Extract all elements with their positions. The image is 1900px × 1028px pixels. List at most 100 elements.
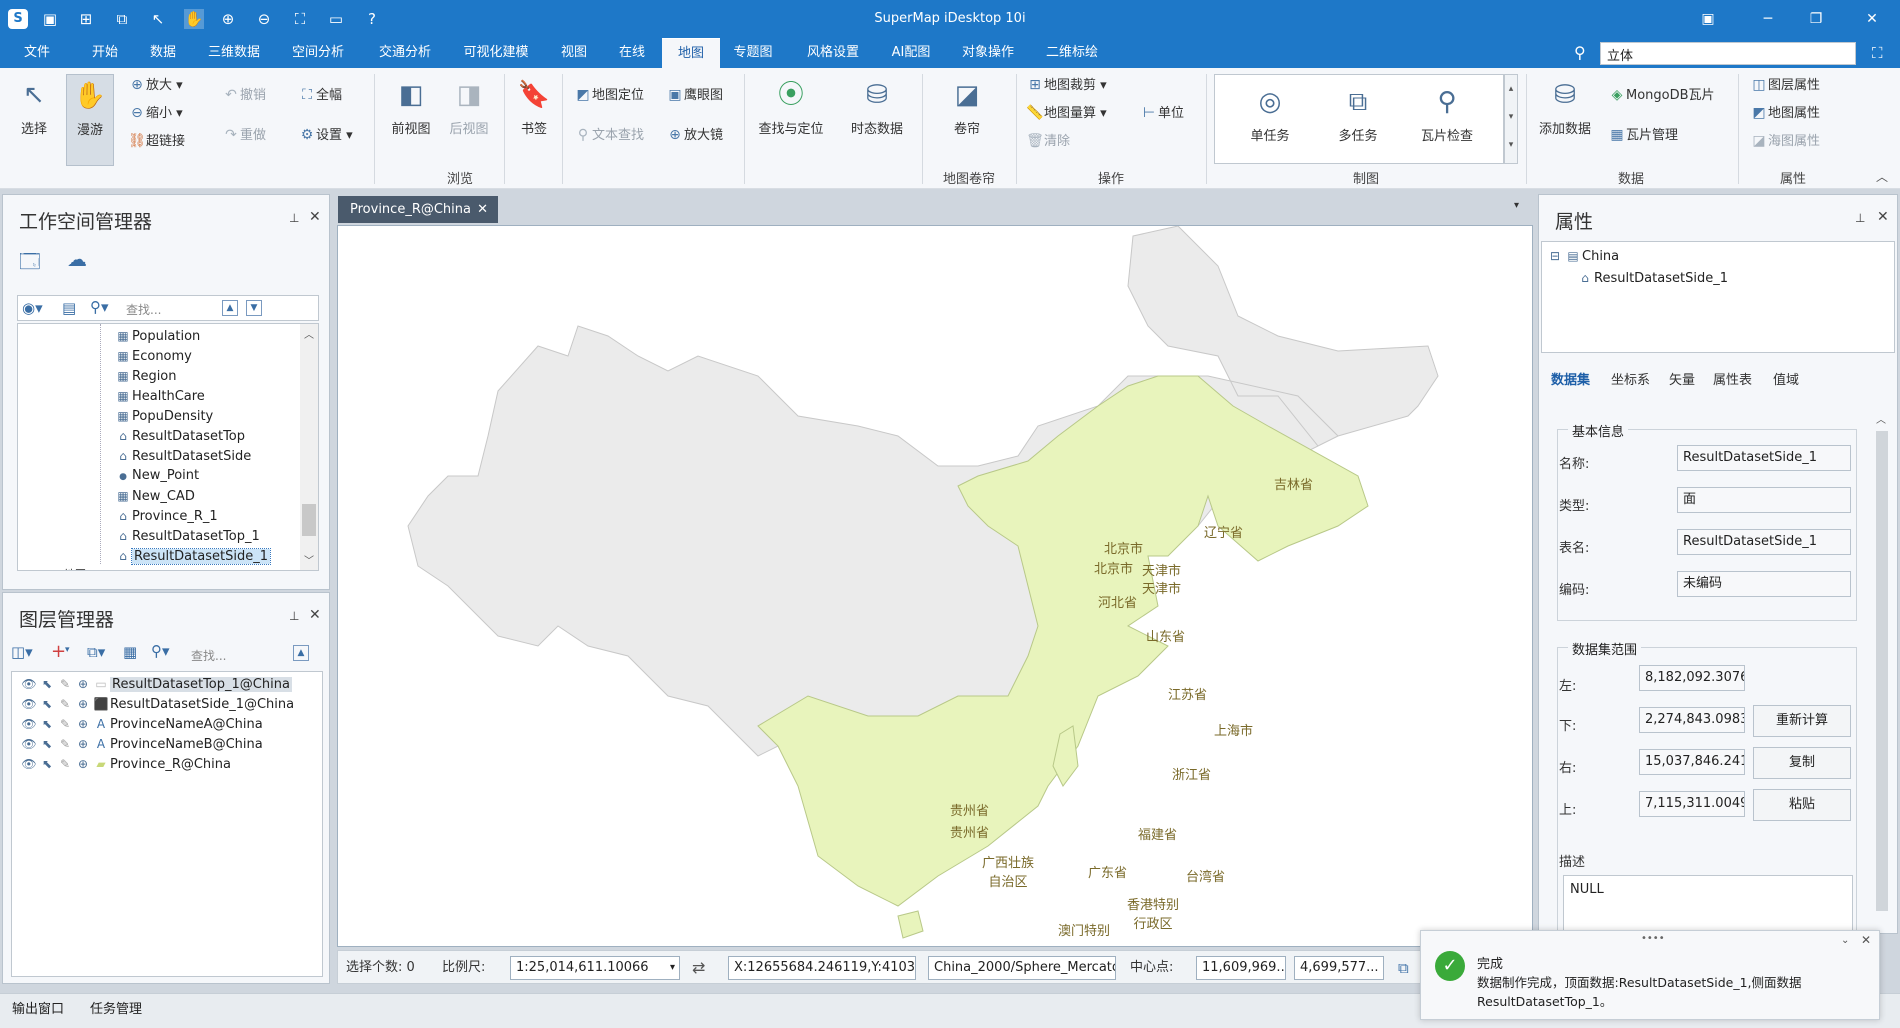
add-data-button[interactable]: ⛁ 添加数据 [1534, 78, 1596, 137]
tile-check-button[interactable]: ⚲ 瓦片检查 [1411, 85, 1483, 144]
visible-eye-icon[interactable]: 👁 [20, 754, 38, 774]
tab-file[interactable]: 文件 [8, 38, 66, 68]
editable-icon[interactable]: ✎ [56, 754, 74, 774]
properties-scrollbar[interactable]: ︿ [1873, 411, 1891, 931]
drag-handle-icon[interactable]: •••• [1641, 933, 1665, 944]
center-x-input[interactable]: 11,609,969... [1196, 956, 1286, 980]
editable-icon[interactable]: ✎ [56, 714, 74, 734]
tree-item[interactable]: ⌂ Province_R_1 [114, 506, 217, 526]
tab-output-window[interactable]: 输出窗口 [12, 998, 64, 1017]
close-icon[interactable]: ✕ [309, 209, 321, 225]
close-tab-icon[interactable]: ✕ [477, 196, 488, 223]
help-icon[interactable]: ? [362, 9, 382, 29]
temporal-data-button[interactable]: ⛁ 时态数据 [846, 78, 908, 137]
ribbon-display-icon[interactable]: ▣ [1694, 9, 1722, 29]
tree-item[interactable]: ⌂ ResultDatasetTop_1 [114, 526, 260, 546]
new-window-icon[interactable]: ⊞ [76, 9, 96, 29]
layer-search-input[interactable]: 查找... [191, 647, 226, 664]
add-layer-icon[interactable]: + [51, 641, 66, 662]
copy-icon[interactable]: ⧉ [1398, 956, 1409, 980]
redo-button[interactable]: ↷ 重做 [222, 124, 266, 146]
tab-domain[interactable]: 值域 [1773, 369, 1799, 388]
close-icon[interactable]: ✕ [309, 607, 321, 623]
swipe-button[interactable]: ◪ 卷帘 [944, 78, 990, 137]
tab-attribute-table[interactable]: 属性表 [1713, 369, 1752, 388]
layer-row[interactable]: 👁 ⬉ ✎ ⊕ ▭ ResultDatasetTop_1@China [20, 674, 292, 694]
tab-online[interactable]: 在线 [604, 38, 660, 68]
tab-traffic-analysis[interactable]: 交通分析 [368, 38, 442, 68]
map-view[interactable]: 吉林省 辽宁省 北京市 北京市 天津市 天津市 河北省 山东省 江苏省 上海市 … [337, 225, 1533, 947]
tab-start[interactable]: 开始 [76, 38, 134, 68]
visible-eye-icon[interactable]: 👁 [20, 674, 38, 694]
snap-icon[interactable]: ⊕ [74, 734, 92, 754]
search-input[interactable]: 立体 [1600, 42, 1856, 65]
close-icon[interactable]: ✕ [1861, 933, 1871, 947]
workspace-scrollbar[interactable]: ︿ ﹀ [300, 324, 318, 570]
workspace-icon[interactable]: 🗔 [19, 247, 41, 281]
close-icon[interactable]: ✕ [1858, 9, 1886, 29]
full-extent-icon[interactable]: ⛶ [290, 9, 310, 29]
window-icon[interactable]: ⧉ [112, 9, 132, 29]
fullscreen-icon[interactable]: ⛶ [1872, 44, 1883, 62]
multi-task-button[interactable]: ⧉ 多任务 [1323, 85, 1393, 144]
editable-icon[interactable]: ✎ [56, 694, 74, 714]
tab-spatial-analysis[interactable]: 空间分析 [282, 38, 354, 68]
top-field[interactable]: 7,115,311.0049( [1639, 791, 1745, 817]
tab-thematic-map[interactable]: 专题图 [722, 38, 784, 68]
select-button[interactable]: ↖ 选择 [12, 78, 56, 137]
select-arrow-icon[interactable]: ↖ [148, 9, 168, 29]
next-view-button[interactable]: ◨ 后视图 [444, 78, 494, 137]
layer-props-button[interactable]: ◫ 图层属性 [1750, 74, 1820, 96]
minimize-icon[interactable]: ─ [1754, 9, 1782, 29]
table-field[interactable]: ResultDatasetSide_1 [1677, 529, 1851, 555]
selectable-icon[interactable]: ⬉ [38, 714, 56, 734]
left-field[interactable]: 8,182,092.3076( [1639, 665, 1745, 691]
tab-view[interactable]: 视图 [546, 38, 602, 68]
pin-icon[interactable]: ⊥ [289, 609, 299, 623]
tree-item[interactable]: ▦ New_CAD [114, 486, 195, 506]
right-field[interactable]: 15,037,846.241! [1639, 749, 1745, 775]
doc-dropdown-icon[interactable]: ▾ [1514, 200, 1519, 211]
crs-display[interactable]: China_2000/Sphere_Mercator [928, 956, 1116, 980]
map-clip-button[interactable]: ⊞ 地图裁剪 ▾ [1026, 74, 1107, 96]
snap-icon[interactable]: ⊕ [74, 714, 92, 734]
tab-dataset[interactable]: 数据集 [1551, 369, 1590, 388]
map-document-tab[interactable]: Province_R@China ✕ [338, 196, 498, 223]
paste-button[interactable]: 粘贴 [1753, 789, 1851, 821]
tree-item[interactable]: ⌂ ResultDatasetSide [114, 446, 251, 466]
tree-item[interactable]: ⌂ ResultDatasetTop [114, 426, 245, 446]
text-find-button[interactable]: ⚲ 文本查找 [574, 124, 644, 146]
collapse-ribbon-icon[interactable]: ︿ [1876, 168, 1888, 185]
zoom-in-button[interactable]: ⊕ 放大 ▾ [128, 74, 183, 96]
swap-icon[interactable]: ⇄ [692, 956, 705, 980]
tree-child[interactable]: ⌂ ResultDatasetSide_1 [1576, 268, 1728, 288]
view-options-icon[interactable]: ◉▾ [22, 299, 43, 317]
snap-icon[interactable]: ⊕ [74, 694, 92, 714]
visible-eye-icon[interactable]: 👁 [20, 694, 38, 714]
document-icon[interactable]: ▤ [62, 299, 76, 317]
layer-row[interactable]: 👁 ⬉ ✎ ⊕ A ProvinceNameB@China [20, 734, 262, 754]
snap-icon[interactable]: ⊕ [74, 754, 92, 774]
close-icon[interactable]: ✕ [1877, 209, 1889, 225]
tree-item-selected[interactable]: ⌂ ResultDatasetSide_1 [114, 546, 271, 566]
hyperlink-button[interactable]: ⛓超链接 [128, 130, 185, 152]
single-task-button[interactable]: ◎ 单任务 [1235, 85, 1305, 144]
chart-props-button[interactable]: ◪ 海图属性 [1750, 130, 1820, 152]
map-locate-button[interactable]: ◩ 地图定位 [574, 84, 644, 106]
pan-hand-icon[interactable]: ✋ [184, 9, 204, 29]
tile-manage-button[interactable]: ▦ 瓦片管理 [1608, 124, 1678, 146]
name-field[interactable]: ResultDatasetSide_1 [1677, 445, 1851, 471]
pin-icon[interactable]: ⊥ [289, 211, 299, 225]
open-folder-icon[interactable]: ▭ [326, 9, 346, 29]
tab-map[interactable]: 地图 [662, 38, 720, 68]
selectable-icon[interactable]: ⬉ [38, 754, 56, 774]
selectable-icon[interactable]: ⬉ [38, 694, 56, 714]
visible-eye-icon[interactable]: 👁 [20, 734, 38, 754]
roam-button[interactable]: ✋ 漫游 [66, 74, 114, 166]
zoom-out-button[interactable]: ⊖ 缩小 ▾ [128, 102, 183, 124]
eagle-eye-button[interactable]: ▣ 鹰眼图 [666, 84, 723, 106]
find-locate-button[interactable]: ⦿ 查找与定位 [752, 78, 830, 137]
selectable-icon[interactable]: ⬉ [38, 674, 56, 694]
save-icon[interactable]: ▣ [40, 9, 60, 29]
mongodb-tile-button[interactable]: ◈ MongoDB瓦片 [1608, 84, 1715, 106]
